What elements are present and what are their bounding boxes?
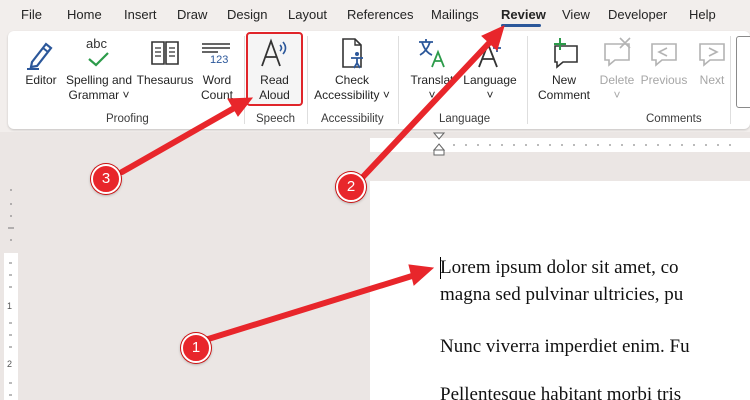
tab-draw[interactable]: Draw xyxy=(177,7,207,22)
group-separator xyxy=(527,36,528,124)
comments-group-label: Comments xyxy=(646,113,702,125)
tab-insert[interactable]: Insert xyxy=(124,7,157,22)
language-chevron: ˅ xyxy=(486,88,494,102)
previous-comment-icon xyxy=(651,43,677,67)
show-comments-button[interactable] xyxy=(736,36,750,108)
accessibility-icon xyxy=(342,38,363,69)
new-comment-label-2: Comment xyxy=(537,88,590,102)
language-group-label: Language xyxy=(439,113,491,125)
tab-file[interactable]: File xyxy=(21,7,42,22)
document-line[interactable]: Pellentesque habitant morbi tris xyxy=(440,384,681,400)
thesaurus-label: Thesaurus xyxy=(136,73,194,87)
tab-references[interactable]: References xyxy=(347,7,413,22)
new-comment-icon xyxy=(554,38,578,69)
book-icon xyxy=(151,41,179,65)
tab-help[interactable]: Help xyxy=(689,7,716,22)
vertical-ruler-top-ticks xyxy=(8,189,14,241)
ruler-number: 2 xyxy=(7,359,13,369)
language-button[interactable]: Language ˅ xyxy=(460,36,520,103)
next-comment-button[interactable]: Next xyxy=(692,36,732,88)
group-separator xyxy=(398,36,399,124)
language-icon xyxy=(478,41,501,68)
tab-view[interactable]: View xyxy=(562,7,590,22)
document-line[interactable]: magna sed pulvinar ultricies, pu xyxy=(440,284,683,306)
read-aloud-label-1: Read xyxy=(260,73,289,87)
next-comment-icon xyxy=(699,43,725,67)
menu-bar: File Home Insert Draw Design Layout Refe… xyxy=(0,0,750,30)
spelling-label-1: Spelling and xyxy=(65,73,133,87)
document-line[interactable]: Nunc viverra imperdiet enim. Fu xyxy=(440,336,690,358)
check-accessibility-button[interactable]: Check Accessibility ˅ xyxy=(310,36,394,103)
indent-marker-icon[interactable] xyxy=(433,132,445,156)
word-count-button[interactable]: 123 Word Count xyxy=(196,36,238,103)
ruler-ticks xyxy=(453,144,731,146)
delete-label: Delete xyxy=(599,73,635,87)
spelling-grammar-button[interactable]: abc Spelling and Grammar ˅ xyxy=(62,36,136,103)
read-aloud-icon xyxy=(260,38,286,67)
group-separator xyxy=(730,36,731,124)
delete-chevron: ˅ xyxy=(613,88,621,102)
spelling-label-2: Grammar ˅ xyxy=(68,88,130,102)
translate-icon xyxy=(419,39,445,68)
check-label-2: Accessibility ˅ xyxy=(314,88,390,102)
active-tab-underline xyxy=(501,24,541,27)
document-line[interactable]: Lorem ipsum dolor sit amet, co xyxy=(440,257,679,279)
new-comment-label-1: New xyxy=(551,73,576,87)
group-separator xyxy=(307,36,308,124)
editor-button[interactable]: Editor xyxy=(18,36,64,88)
horizontal-ruler xyxy=(370,138,750,152)
translate-chevron: ˅ xyxy=(428,88,436,102)
tab-design[interactable]: Design xyxy=(227,7,267,22)
group-separator xyxy=(244,36,245,124)
proofing-group-label: Proofing xyxy=(106,113,149,125)
tab-mailings[interactable]: Mailings xyxy=(431,7,479,22)
translate-button[interactable]: Translat ˅ xyxy=(408,36,456,103)
language-label: Language xyxy=(463,73,517,87)
previous-label: Previous xyxy=(640,73,688,87)
annotation-marker-2: 2 xyxy=(336,172,366,202)
thesaurus-button[interactable]: Thesaurus xyxy=(136,36,194,88)
read-aloud-label-2: Aloud xyxy=(259,88,290,102)
read-aloud-button[interactable]: Read Aloud xyxy=(248,36,301,103)
text-cursor xyxy=(440,257,441,279)
spelling-check-icon: abc xyxy=(62,36,136,70)
speech-group-label: Speech xyxy=(256,113,296,125)
annotation-marker-1: 1 xyxy=(181,333,211,363)
vertical-ruler-ticks xyxy=(9,262,12,396)
editor-pen-icon xyxy=(27,42,53,70)
annotation-marker-3: 3 xyxy=(91,164,121,194)
tab-review[interactable]: Review xyxy=(501,7,546,22)
editor-label: Editor xyxy=(25,73,57,87)
word-count-label-2: Count xyxy=(200,88,234,102)
new-comment-button[interactable]: New Comment xyxy=(534,36,594,103)
word-count-icon: 123 xyxy=(196,36,238,70)
tab-layout[interactable]: Layout xyxy=(288,7,327,22)
accessibility-group-label: Accessibility xyxy=(321,113,384,125)
ruler-number: 1 xyxy=(7,301,13,311)
word-count-label-1: Word xyxy=(202,73,232,87)
previous-comment-button[interactable]: Previous xyxy=(638,36,690,88)
tab-developer[interactable]: Developer xyxy=(608,7,667,22)
delete-comment-icon xyxy=(604,37,631,67)
tab-home[interactable]: Home xyxy=(67,7,102,22)
translate-label: Translat xyxy=(410,73,454,87)
check-label-1: Check xyxy=(334,73,369,87)
delete-comment-button[interactable]: Delete ˅ xyxy=(596,36,638,103)
next-label: Next xyxy=(699,73,725,87)
vertical-ruler: 1 2 xyxy=(4,253,18,400)
